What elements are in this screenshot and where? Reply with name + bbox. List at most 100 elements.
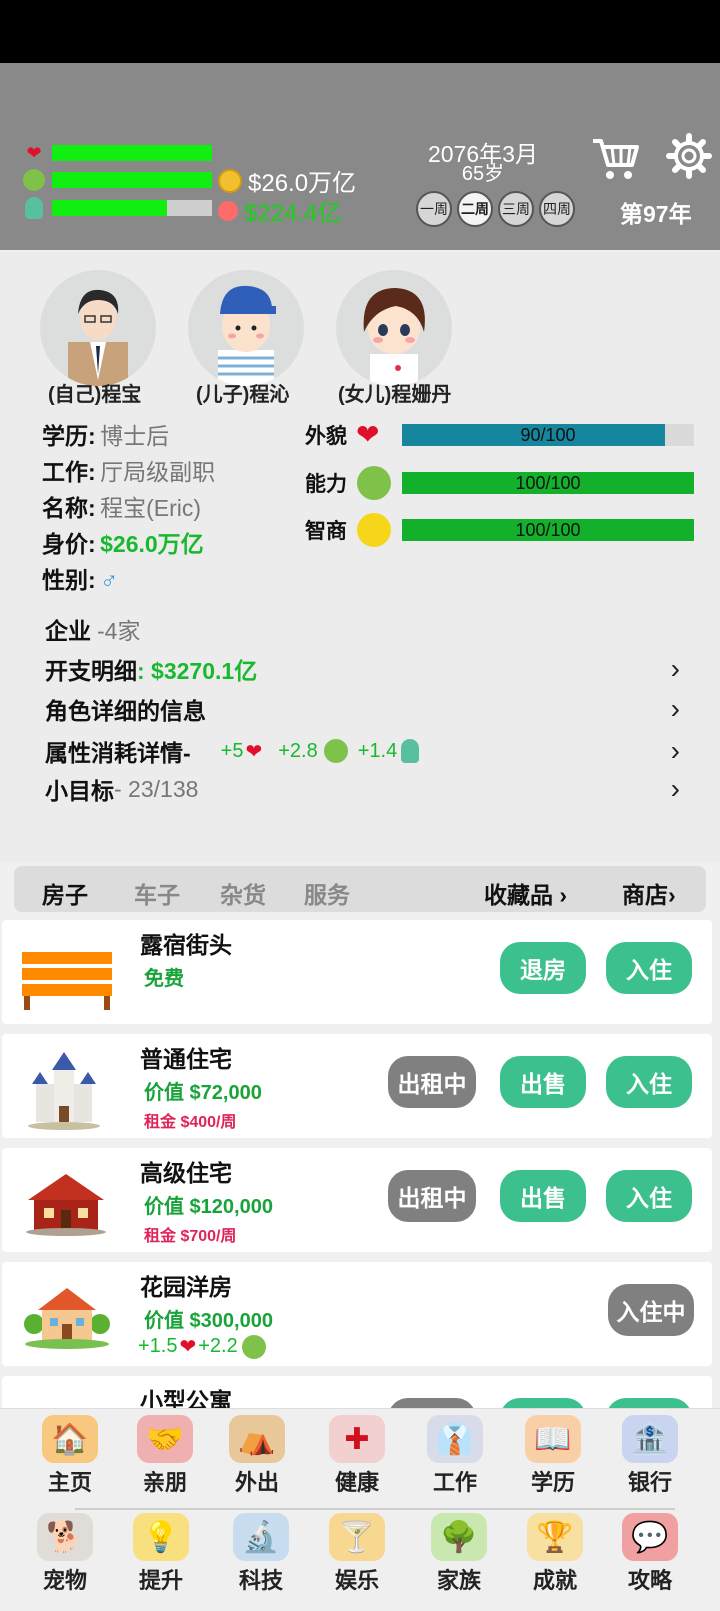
goal-row[interactable]: 小目标 - 23/138 › xyxy=(45,772,680,806)
brain-icon xyxy=(401,739,420,763)
move-in-button[interactable]: 入住 xyxy=(606,1056,692,1108)
gear-icon[interactable] xyxy=(666,133,712,184)
house-card: 普通住宅 价值 $72,000 租金 $400/周 出租中 出售 入住 xyxy=(2,1034,712,1138)
chevron-right-icon: › xyxy=(670,735,680,766)
heart-icon: ❤ xyxy=(179,1336,197,1358)
nav-outing[interactable]: ⛺ 外出 xyxy=(212,1415,302,1497)
nav-outing-label: 外出 xyxy=(234,1470,279,1495)
nav-guide-label: 攻略 xyxy=(627,1568,672,1593)
iq-row xyxy=(22,196,212,220)
tab-collection[interactable]: 收藏品 › xyxy=(484,876,567,910)
nav-guide[interactable]: 💬 攻略 xyxy=(605,1513,695,1595)
checkout-button[interactable]: 退房 xyxy=(500,942,586,994)
expense-row[interactable]: 开支明细 : $3270.1亿 › xyxy=(45,652,680,686)
nav-health[interactable]: ✚ 健康 xyxy=(312,1415,402,1497)
worker-icon: 👔 xyxy=(427,1415,483,1463)
debt-value: $224.4亿 xyxy=(244,200,342,227)
male-icon: ♂ xyxy=(100,567,119,594)
move-in-button[interactable]: 入住 xyxy=(606,1170,692,1222)
role-info-label: 角色详细的信息 xyxy=(45,698,206,724)
goal-label: 小目标 xyxy=(45,778,114,804)
coin-icon xyxy=(218,168,242,193)
company-value: -4家 xyxy=(97,618,141,644)
family-name-self[interactable]: (自己)程宝 xyxy=(48,378,141,407)
renting-button[interactable]: 出租中 xyxy=(388,1056,476,1108)
sell-button[interactable]: 出售 xyxy=(500,1170,586,1222)
nav-work[interactable]: 👔 工作 xyxy=(410,1415,500,1497)
nav-pet[interactable]: 🐕 宠物 xyxy=(20,1513,110,1595)
house-price: 价值 $300,000 xyxy=(144,1310,273,1332)
house-price: 免费 xyxy=(144,968,184,990)
avatar-son[interactable] xyxy=(188,270,304,386)
consume-label: 属性消耗详情- xyxy=(45,740,191,766)
week-button-3[interactable]: 三周 xyxy=(498,191,534,227)
nav-friends[interactable]: 🤝 亲朋 xyxy=(120,1415,210,1497)
tab-house[interactable]: 房子 xyxy=(42,876,88,910)
heart-icon: ❤ xyxy=(26,142,42,163)
attr-iq-label: 智商 xyxy=(305,520,347,543)
move-in-button[interactable]: 入住 xyxy=(606,942,692,994)
ability-face-icon xyxy=(323,739,348,763)
nav-entertainment[interactable]: 🍸 娱乐 xyxy=(312,1513,402,1595)
nav-improve[interactable]: 💡 提升 xyxy=(116,1513,206,1595)
living-button[interactable]: 入住中 xyxy=(608,1284,694,1336)
nav-tech[interactable]: 🔬 科技 xyxy=(216,1513,306,1595)
date-block: 2076年3月 65岁 xyxy=(418,143,548,186)
family-name-son[interactable]: (儿子)程沁 xyxy=(196,378,289,407)
house-title: 普通住宅 xyxy=(140,1046,232,1072)
company-label: 企业 xyxy=(45,618,91,644)
house-title: 花园洋房 xyxy=(140,1274,232,1300)
medical-cross-icon: ✚ xyxy=(329,1415,385,1463)
tab-shop-label: 商店 xyxy=(622,882,668,908)
nav-education[interactable]: 📖 学历 xyxy=(508,1415,598,1497)
role-info-row[interactable]: 角色详细的信息 › xyxy=(45,692,680,726)
tab-shop[interactable]: 商店› xyxy=(622,876,676,910)
avatar-self[interactable] xyxy=(40,270,156,386)
ability-face-icon xyxy=(22,168,46,192)
nav-entertainment-label: 娱乐 xyxy=(334,1568,379,1593)
ability-face-icon xyxy=(241,1334,266,1359)
red-house-icon xyxy=(24,1170,108,1241)
heart-icon: ❤ xyxy=(245,740,263,763)
cart-icon[interactable] xyxy=(590,133,640,188)
nav-bank[interactable]: 🏦 银行 xyxy=(605,1415,695,1497)
smile-face-icon xyxy=(357,513,391,547)
castle-icon xyxy=(26,1050,102,1135)
week-button-1[interactable]: 一周 xyxy=(416,191,452,227)
nav-pet-label: 宠物 xyxy=(42,1568,87,1593)
family-name-daughter[interactable]: (女儿)程姗丹 xyxy=(338,378,451,407)
dog-icon: 🐕 xyxy=(37,1513,93,1561)
tent-icon: ⛺ xyxy=(229,1415,285,1463)
name-label: 名称: xyxy=(42,495,96,521)
name-value: 程宝(Eric) xyxy=(100,495,202,521)
tab-goods[interactable]: 杂货 xyxy=(220,876,266,910)
profile-panel: (自己)程宝 (儿子)程沁 (女儿)程姗丹 学历: 博士后 工作: 厅局级副职 … xyxy=(0,252,720,862)
renting-button[interactable]: 出租中 xyxy=(388,1170,476,1222)
house-rent: 租金 $400/周 xyxy=(144,1114,237,1131)
education-label: 学历: xyxy=(42,423,96,449)
expense-label: 开支明细 xyxy=(45,658,137,684)
week-button-2[interactable]: 二周 xyxy=(457,191,493,227)
house-bonus: +1.5 ❤ +2.2 xyxy=(138,1334,266,1359)
nav-education-label: 学历 xyxy=(530,1470,575,1495)
debt-icon xyxy=(218,200,238,221)
nav-achievement[interactable]: 🏆 成就 xyxy=(510,1513,600,1595)
health-row: ❤ xyxy=(22,141,212,165)
nav-family[interactable]: 🌳 家族 xyxy=(414,1513,504,1595)
tab-service[interactable]: 服务 xyxy=(304,876,350,910)
expense-value: : $3270.1亿 xyxy=(137,658,258,684)
attr-looks-bar: 90/100 xyxy=(402,424,694,446)
company-row[interactable]: 企业 -4家 xyxy=(45,612,680,646)
week-selector: 一周 二周 三周 四周 xyxy=(416,191,575,227)
sell-button[interactable]: 出售 xyxy=(500,1056,586,1108)
week-button-4[interactable]: 四周 xyxy=(539,191,575,227)
nav-family-label: 家族 xyxy=(436,1568,481,1593)
consume-row[interactable]: 属性消耗详情- +5 ❤ +2.8 +1.4 › xyxy=(45,734,680,768)
avatar-daughter[interactable] xyxy=(336,270,452,386)
bonus-health: +1.5 xyxy=(138,1335,178,1357)
trophy-icon: 🏆 xyxy=(527,1513,583,1561)
nav-home[interactable]: 🏠 主页 xyxy=(25,1415,115,1497)
trophy-cup-icon: 🍸 xyxy=(329,1513,385,1561)
tab-car[interactable]: 车子 xyxy=(134,876,180,910)
lightbulb-icon: 💡 xyxy=(133,1513,189,1561)
